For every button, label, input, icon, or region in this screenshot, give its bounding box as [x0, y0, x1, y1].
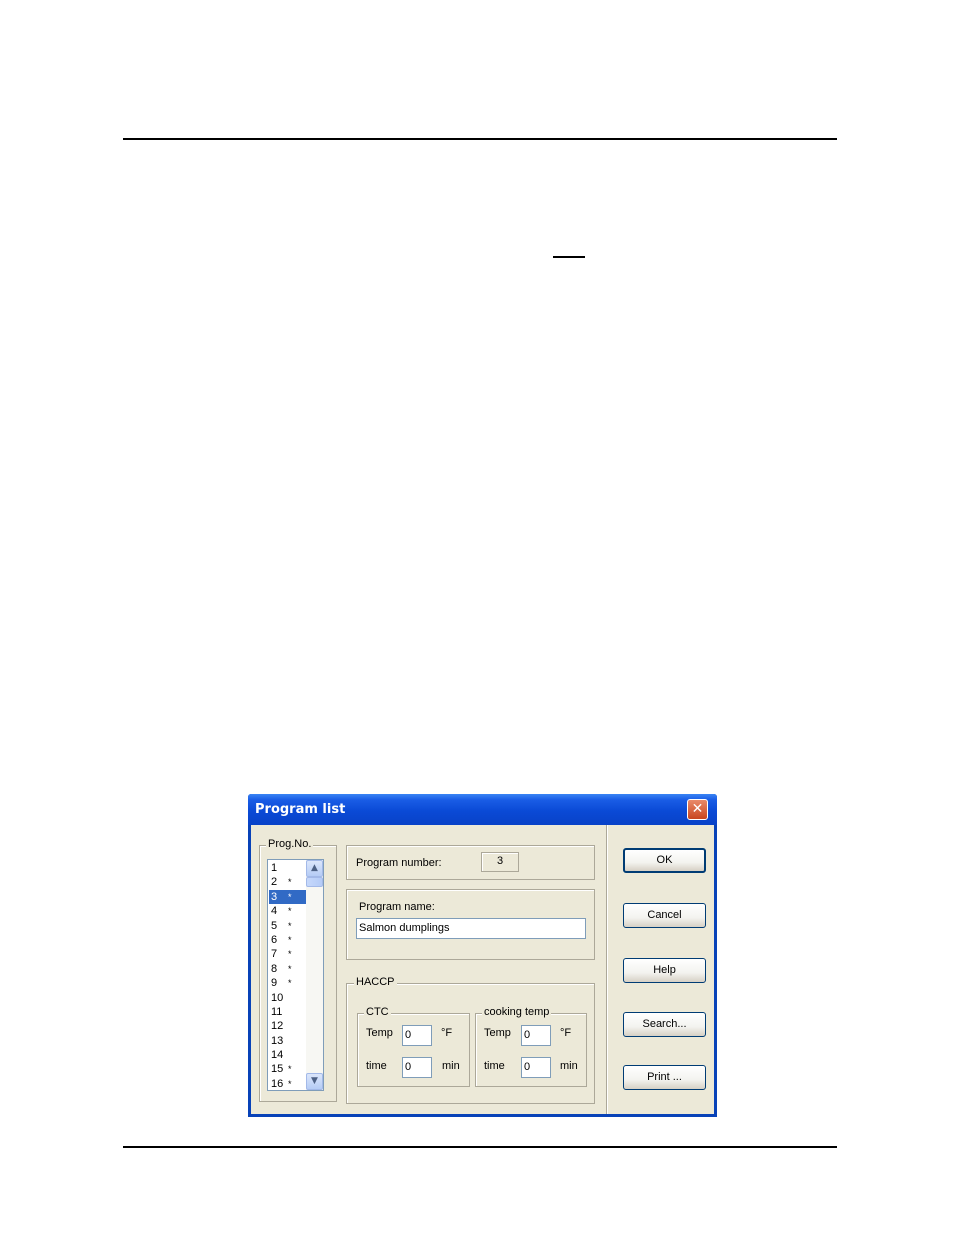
list-item[interactable]: 10: [269, 991, 306, 1005]
list-item-marker: *: [288, 963, 292, 974]
down-arrow-icon: ▼: [311, 1076, 318, 1086]
list-item-marker: *: [288, 1064, 292, 1075]
list-item[interactable]: 5 *: [269, 919, 306, 933]
list-item-marker: *: [288, 949, 292, 960]
help-button[interactable]: Help: [623, 958, 706, 983]
list-item[interactable]: 12: [269, 1019, 306, 1033]
program-number-field: 3: [481, 852, 519, 872]
list-item[interactable]: 8 *: [269, 962, 306, 976]
cooking-time-unit: min: [560, 1060, 578, 1072]
search-button[interactable]: Search...: [623, 1012, 706, 1037]
scroll-thumb[interactable]: [306, 877, 323, 887]
cooking-temp-input[interactable]: 0: [521, 1025, 551, 1046]
program-listbox[interactable]: 1 2 * 3 * 4 * 5 * 6 * 7 * 8 * 9 * 10 11 12 13 14 15 * 16 * ▲ ▼: [267, 859, 324, 1091]
ctc-time-label: time: [366, 1060, 387, 1072]
scroll-down-button[interactable]: ▼: [306, 1073, 323, 1090]
list-item-number: 14: [271, 1049, 284, 1062]
program-list-items: 1 2 * 3 * 4 * 5 * 6 * 7 * 8 * 9 * 10 11 12 13 14 15 * 16 *: [269, 861, 306, 1090]
list-item[interactable]: 7 *: [269, 947, 306, 961]
list-item-number: 4: [271, 905, 278, 918]
up-arrow-icon: ▲: [311, 863, 318, 873]
cooking-temp-label: Temp: [484, 1027, 511, 1039]
close-icon: ✕: [691, 801, 704, 817]
list-item-number: 3: [271, 890, 278, 903]
list-item-number: 8: [271, 962, 278, 975]
list-item-number: 1: [271, 862, 278, 874]
program-list-dialog: Program list ✕ Prog.No. 1 2 * 3 * 4 * 5 * 6 * 7 * 8 * 9…: [248, 794, 717, 1117]
list-item-marker: *: [288, 1078, 292, 1089]
list-item-marker: *: [288, 978, 292, 989]
dialog-client-area: Prog.No. 1 2 * 3 * 4 * 5 * 6 * 7 * 8 * 9 * 10 11 12 13 14 15 * 1…: [251, 825, 714, 1114]
list-item-marker: *: [288, 934, 292, 945]
program-name-label: Program name:: [359, 901, 435, 913]
listbox-scrollbar[interactable]: ▲ ▼: [306, 860, 323, 1090]
list-item[interactable]: 2 *: [269, 875, 306, 889]
close-button[interactable]: ✕: [687, 799, 708, 820]
list-item-marker: *: [288, 906, 292, 917]
list-item-number: 9: [271, 977, 278, 990]
list-item-number: 15: [271, 1063, 284, 1076]
list-item[interactable]: 3 *: [269, 889, 306, 905]
list-item-number: 6: [271, 933, 278, 946]
list-item-number: 11: [271, 1005, 283, 1018]
cooking-time-input[interactable]: 0: [521, 1057, 551, 1078]
list-item-number: 7: [271, 948, 278, 961]
list-item-number: 10: [271, 991, 284, 1004]
list-item-marker: *: [288, 891, 292, 902]
ctc-temp-input[interactable]: 0: [402, 1025, 432, 1046]
list-item[interactable]: 6 *: [269, 933, 306, 947]
prog-no-legend: Prog.No.: [266, 838, 314, 850]
list-item-marker: *: [288, 920, 292, 931]
scroll-up-button[interactable]: ▲: [306, 860, 323, 877]
page-rule-top: [123, 138, 837, 140]
page-rule-bottom: [123, 1146, 837, 1148]
list-item[interactable]: 1: [269, 861, 306, 875]
dialog-titlebar[interactable]: Program list ✕: [248, 794, 717, 825]
list-item-marker: *: [288, 877, 292, 888]
list-item-number: 5: [271, 919, 278, 932]
page-rule-short: [553, 256, 585, 258]
cooking-time-label: time: [484, 1060, 505, 1072]
ctc-time-unit: min: [442, 1060, 460, 1072]
dialog-title: Program list: [255, 802, 346, 817]
list-item[interactable]: 16 *: [269, 1077, 306, 1090]
program-number-label: Program number:: [356, 857, 442, 869]
list-item-number: 2: [271, 876, 278, 889]
list-item[interactable]: 14: [269, 1048, 306, 1062]
list-item-number: 13: [271, 1034, 284, 1047]
list-item[interactable]: 11: [269, 1005, 306, 1019]
list-item[interactable]: 9 *: [269, 976, 306, 990]
list-item-number: 16: [271, 1077, 284, 1090]
ctc-time-input[interactable]: 0: [402, 1057, 432, 1078]
list-item-number: 12: [271, 1020, 284, 1033]
list-item[interactable]: 15 *: [269, 1062, 306, 1076]
ok-button[interactable]: OK: [623, 848, 706, 873]
cooking-temp-unit: °F: [560, 1027, 572, 1039]
ctc-legend: CTC: [364, 1006, 391, 1018]
cancel-button[interactable]: Cancel: [623, 903, 706, 928]
button-panel-separator: [606, 825, 608, 1114]
haccp-legend: HACCP: [354, 976, 397, 988]
cooking-temp-legend: cooking temp: [482, 1006, 552, 1018]
list-item[interactable]: 13: [269, 1034, 306, 1048]
program-name-input[interactable]: Salmon dumplings: [356, 918, 586, 939]
ctc-temp-label: Temp: [366, 1027, 393, 1039]
ctc-temp-unit: °F: [441, 1027, 453, 1039]
list-item[interactable]: 4 *: [269, 904, 306, 918]
print-button[interactable]: Print ...: [623, 1065, 706, 1090]
